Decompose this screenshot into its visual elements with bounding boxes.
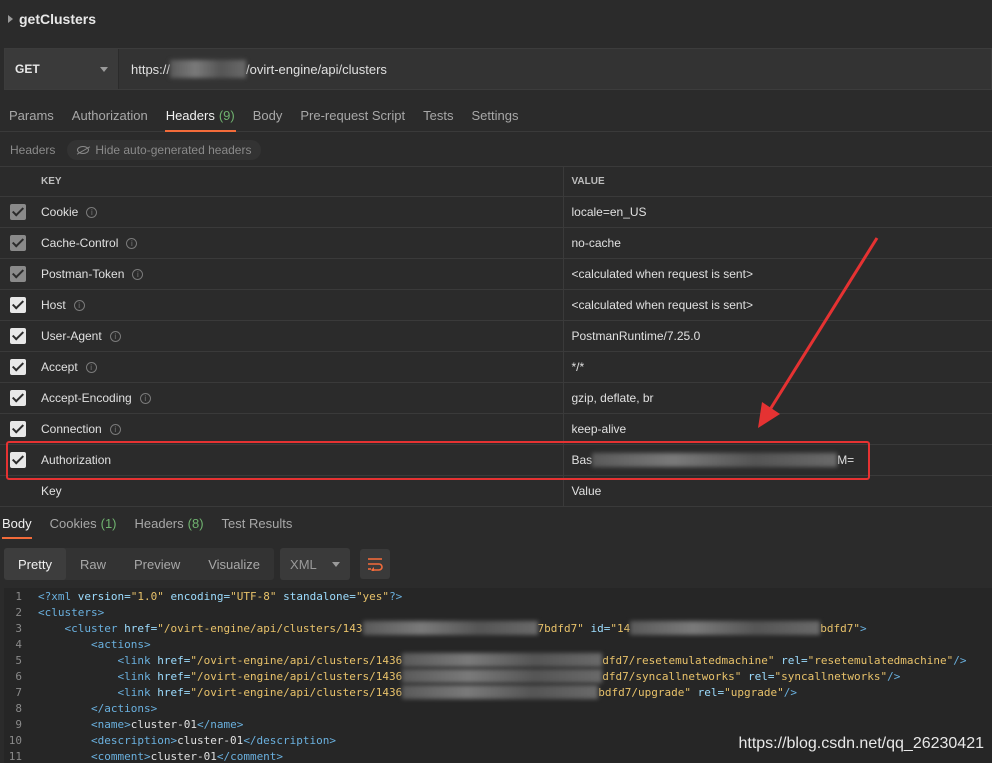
- method-label: GET: [15, 62, 40, 76]
- header-key[interactable]: Accept-Encoding: [41, 391, 132, 405]
- response-toolbar: Pretty Raw Preview Visualize XML: [4, 548, 391, 580]
- info-icon[interactable]: i: [109, 424, 121, 436]
- header-key[interactable]: Cache-Control: [41, 236, 118, 250]
- code-line: 9 <name> cluster-01 </name>: [15, 717, 244, 731]
- tab-params[interactable]: Params: [0, 100, 63, 132]
- annotation-highlight-box: [6, 441, 870, 480]
- view-visualize-button[interactable]: Visualize: [194, 548, 274, 580]
- tab-test-results[interactable]: Test Results: [220, 507, 301, 539]
- checkbox[interactable]: [10, 359, 26, 375]
- redacted-host: [170, 60, 247, 78]
- code-line: 7 <link href= "/ovirt-engine/api/clusters…: [15, 685, 797, 699]
- arrow-shaft: [764, 237, 879, 417]
- header-key[interactable]: Host: [41, 298, 66, 312]
- watermark-text: https://blog.csdn.net/qq_26230421: [738, 735, 984, 752]
- info-icon[interactable]: i: [73, 300, 85, 312]
- tab-response-headers[interactable]: Headers (8): [133, 507, 212, 539]
- checkbox[interactable]: [10, 421, 26, 437]
- code-line: 5 <link href= "/ovirt-engine/api/clusters…: [15, 653, 967, 667]
- checkbox[interactable]: [10, 390, 26, 406]
- chevron-down-icon: [332, 561, 341, 567]
- tab-response-body[interactable]: Body: [0, 507, 40, 539]
- table-row: Cookie i locale=en_US: [0, 196, 992, 228]
- headers-label: Headers: [10, 143, 56, 157]
- format-select[interactable]: XML: [280, 548, 351, 580]
- response-tabs: Body Cookies (1) Headers (8) Test Results: [0, 507, 992, 539]
- expand-caret-icon[interactable]: [8, 15, 13, 23]
- code-line: 8 </actions>: [15, 701, 158, 715]
- value-column-header: VALUE: [563, 166, 992, 197]
- header-key[interactable]: Cookie: [41, 205, 78, 219]
- url-input[interactable]: https:// /ovirt-engine/api/clusters: [119, 49, 991, 89]
- tab-tests[interactable]: Tests: [414, 100, 462, 132]
- method-select[interactable]: GET: [5, 49, 119, 89]
- annotation-arrow: [758, 237, 879, 428]
- request-title-bar[interactable]: getClusters: [0, 0, 992, 38]
- checkbox[interactable]: [10, 297, 26, 313]
- header-key[interactable]: Connection: [41, 422, 102, 436]
- key-column-header: KEY: [36, 166, 564, 197]
- request-name: getClusters: [19, 11, 97, 27]
- code-line: 1 <?xml version= "1.0" encoding= "UTF-8" st…: [15, 589, 403, 603]
- url-bar: GET https:// /ovirt-engine/api/clusters: [4, 48, 992, 90]
- hide-auto-headers-toggle[interactable]: Hide auto-generated headers: [67, 140, 262, 160]
- view-preview-button[interactable]: Preview: [120, 548, 194, 580]
- info-icon[interactable]: i: [139, 393, 151, 405]
- header-key[interactable]: Accept: [41, 360, 78, 374]
- tab-settings[interactable]: Settings: [462, 100, 527, 132]
- view-pretty-button[interactable]: Pretty: [4, 548, 66, 580]
- info-icon[interactable]: i: [85, 362, 97, 374]
- code-line: 3 <cluster href= "/ovirt-engine/api/clust…: [15, 621, 867, 635]
- info-icon[interactable]: i: [132, 269, 144, 281]
- table-header-row: KEY VALUE: [0, 166, 992, 197]
- tab-authorization[interactable]: Authorization: [63, 100, 157, 132]
- header-key[interactable]: Postman-Token: [41, 267, 124, 281]
- view-mode-group: Pretty Raw Preview Visualize: [4, 548, 275, 580]
- headers-sub-bar: Headers Hide auto-generated headers: [0, 136, 992, 164]
- checkbox[interactable]: [10, 266, 26, 282]
- checkbox[interactable]: [10, 235, 26, 251]
- wrap-icon: [368, 558, 383, 571]
- info-icon[interactable]: i: [126, 238, 138, 250]
- url-prefix: https://: [131, 61, 171, 77]
- header-key[interactable]: User-Agent: [41, 329, 102, 343]
- header-value[interactable]: locale=en_US: [563, 196, 992, 228]
- request-tabs: Params Authorization Headers (9) Body Pre…: [0, 100, 992, 132]
- code-line: 6 <link href= "/ovirt-engine/api/clusters…: [15, 669, 901, 683]
- value-input[interactable]: Value: [563, 475, 992, 507]
- wrap-lines-button[interactable]: [360, 549, 391, 579]
- url-suffix: /ovirt-engine/api/clusters: [246, 61, 387, 77]
- tab-pre-request-script[interactable]: Pre-request Script: [291, 100, 414, 132]
- eye-slash-icon: [77, 146, 90, 154]
- code-line: 4 <actions>: [15, 637, 151, 651]
- new-header-row: Key Value: [0, 475, 992, 507]
- tab-headers[interactable]: Headers (9): [157, 100, 244, 132]
- arrow-head: [758, 402, 780, 428]
- info-icon[interactable]: i: [86, 207, 98, 219]
- tab-response-cookies[interactable]: Cookies (1): [48, 507, 125, 539]
- view-raw-button[interactable]: Raw: [66, 548, 120, 580]
- checkbox[interactable]: [10, 328, 26, 344]
- code-line: 2 <clusters>: [15, 605, 105, 619]
- info-icon[interactable]: i: [109, 331, 121, 343]
- tab-body[interactable]: Body: [244, 100, 292, 132]
- chevron-down-icon: [100, 66, 108, 72]
- checkbox[interactable]: [10, 204, 26, 220]
- key-input[interactable]: Key: [36, 475, 564, 507]
